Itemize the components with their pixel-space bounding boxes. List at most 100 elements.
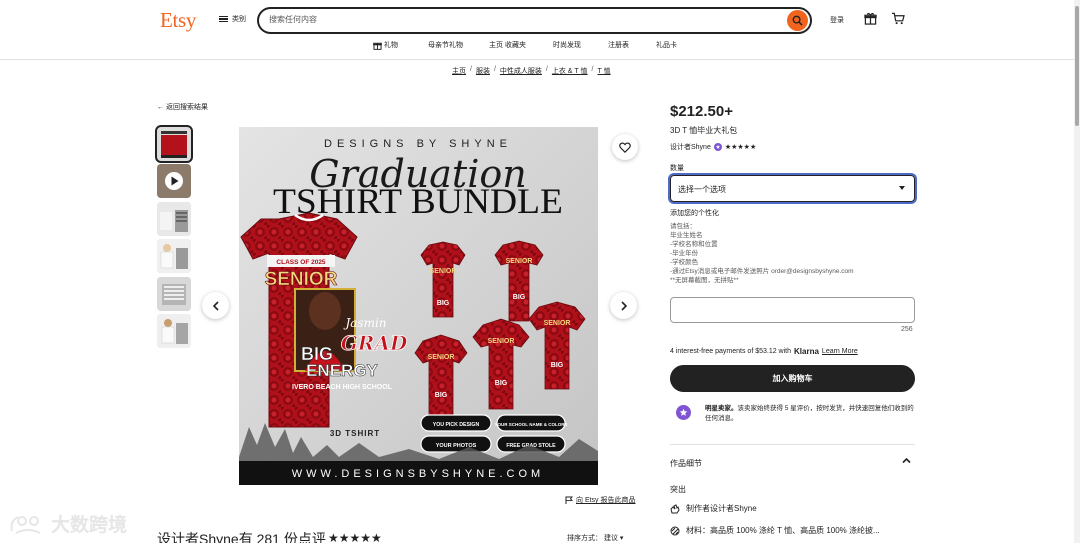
reviews-heading: 设计者Shyne有 281 份点评 [157, 531, 326, 543]
instruction-line: **无屏幕截图，无拼贴** [670, 277, 739, 284]
detail-row-text: 材料：高品质 100% 涤纶 T 恤、高品质 100% 涤纶披... [686, 526, 880, 535]
scrollbar-thumb[interactable] [1075, 6, 1079, 126]
sort-value: 建议 [603, 535, 618, 542]
breadcrumb-separator: / [591, 66, 594, 73]
breadcrumb-item[interactable]: 主页 [452, 66, 466, 76]
instruction-line: -毕业年份 [670, 250, 699, 257]
thumbnail-video[interactable] [157, 164, 191, 198]
subnav-item-gift-cards[interactable]: 礼品卡 [656, 40, 677, 50]
seller-name[interactable]: 设计者Shyne [670, 142, 711, 152]
personalization-label: 添加您的个性化 [670, 210, 719, 217]
highlights-label: 突出 [670, 485, 686, 494]
image-class-of-text: CLASS OF 2025 [276, 259, 326, 266]
breadcrumb-item[interactable]: 中性成人服装 [500, 66, 542, 76]
back-link-label: 返回搜索结果 [165, 104, 208, 111]
select-value: 选择一个选项 [678, 185, 726, 194]
back-to-search-link[interactable]: ← 返回搜索结果 [157, 102, 208, 112]
product-image[interactable]: DESIGNS BY SHYNE Graduation TSHIRT BUNDL… [239, 127, 598, 485]
chevron-down-icon: ▾ [619, 535, 624, 542]
breadcrumb-item[interactable]: T 恤 [597, 66, 610, 76]
subnav-item-fashion-finds[interactable]: 时尚发现 [553, 40, 581, 50]
svg-text:BIG: BIG [437, 300, 450, 307]
subnav-item-gifts[interactable]: 礼物 [373, 40, 398, 50]
thumbnail-1[interactable] [155, 125, 193, 163]
star-seller-icon [676, 405, 691, 420]
klarna-learn-more-link[interactable]: Learn More [822, 348, 858, 355]
thumbnail-4[interactable] [157, 239, 191, 273]
subnav-item-home-favorites[interactable]: 主页 收藏夹 [489, 40, 526, 50]
categories-button[interactable]: 类别 [219, 14, 246, 24]
dropdown-arrow-icon [899, 186, 905, 190]
detail-row-text: 制作者设计者Shyne [686, 504, 757, 513]
subnav-item-registry[interactable]: 注册表 [608, 40, 629, 50]
image-pill-1: YOU PICK DESIGN [433, 422, 480, 428]
next-image-button[interactable] [610, 292, 637, 319]
chevron-left-icon [212, 300, 219, 311]
klarna-installments: 4 interest-free payments of $53.12 with … [670, 347, 858, 356]
quantity-select[interactable]: 选择一个选项 [670, 175, 915, 202]
svg-text:SENIOR: SENIOR [430, 268, 457, 275]
search-bar [257, 7, 812, 34]
subnav-label: 礼物 [384, 42, 398, 49]
svg-text:SENIOR: SENIOR [544, 320, 571, 327]
image-3d-label: 3D TSHIRT [330, 429, 380, 438]
thumbnail-5[interactable] [157, 277, 191, 311]
etsy-logo[interactable]: Etsy [160, 8, 196, 33]
add-to-cart-button[interactable]: 加入购物车 [670, 365, 915, 392]
heart-icon [619, 141, 631, 153]
search-button[interactable] [787, 10, 808, 31]
instruction-line: 请包括： [670, 223, 696, 230]
previous-image-button[interactable] [202, 292, 229, 319]
site-header: Etsy 类别 登录 礼物 母亲节礼物 主页 收藏夹 时尚发现 注册表 礼品卡 [0, 0, 1074, 60]
detail-row-materials: 材料：高品质 100% 涤纶 T 恤、高品质 100% 涤纶披... [670, 525, 880, 536]
search-icon [792, 15, 803, 26]
seller-star-rating: ★★★★★ [724, 144, 757, 151]
gift-icon[interactable] [864, 12, 877, 27]
divider [670, 444, 915, 445]
watermark-logo-icon [10, 515, 41, 534]
svg-text:BIG: BIG [513, 294, 526, 301]
page-scrollbar[interactable] [1074, 0, 1080, 543]
image-brand-text: DESIGNS BY SHYNE [324, 138, 512, 150]
menu-icon [219, 15, 228, 23]
flag-icon [565, 496, 573, 504]
login-link[interactable]: 登录 [830, 15, 844, 25]
cart-icon[interactable] [891, 12, 905, 27]
search-input[interactable] [269, 15, 769, 24]
thumbnail-6[interactable] [157, 314, 191, 348]
sub-navigation: 礼物 母亲节礼物 主页 收藏夹 时尚发现 注册表 礼品卡 [373, 40, 677, 50]
watermark-text: 大数跨境 [51, 515, 128, 536]
svg-text:BIG: BIG [551, 362, 564, 369]
svg-text:SENIOR: SENIOR [428, 354, 455, 361]
personalization-textarea[interactable] [670, 297, 915, 323]
breadcrumb-item[interactable]: 服装 [476, 66, 490, 76]
reviews-star-rating: ★★★★★ [328, 531, 382, 543]
breadcrumb-separator: / [470, 66, 472, 73]
image-name-text: Jasmin [342, 316, 386, 330]
character-count: 256 [901, 326, 913, 333]
image-pill-2: YOUR SCHOOL NAME & COLORS [495, 422, 568, 427]
star-seller-badge-icon [713, 143, 722, 151]
klarna-text: 4 interest-free payments of $53.12 with [670, 348, 792, 355]
breadcrumb-item[interactable]: 上衣 & T 恤 [552, 66, 588, 76]
categories-label: 类别 [232, 16, 246, 23]
sort-dropdown[interactable]: 排序方式： 建议 ▾ [567, 533, 623, 543]
product-price: $212.50+ [670, 103, 733, 120]
sort-label: 排序方式： [567, 535, 602, 542]
chevron-right-icon [620, 300, 627, 311]
favorite-button[interactable] [612, 134, 638, 160]
chevron-up-icon[interactable] [902, 457, 911, 466]
instruction-line: -通过Etsy消息或电子邮件发送照片 order@designsbyshyne.… [670, 268, 854, 275]
subnav-item-mothers-day[interactable]: 母亲节礼物 [428, 40, 463, 50]
item-details-heading[interactable]: 作品细节 [670, 458, 702, 469]
instruction-line: -学校名称和位置 [670, 241, 718, 248]
report-item-link[interactable]: 向 Etsy 报告此商品 [565, 495, 636, 505]
quantity-label: 数量 [670, 165, 684, 172]
image-energy-text: ENERGY [306, 361, 378, 380]
image-url-text: WWW.DESIGNSBYSHYNE.COM [292, 468, 544, 480]
watermark: 大数跨境 [8, 510, 127, 537]
thumbnail-3[interactable] [157, 202, 191, 236]
svg-text:SENIOR: SENIOR [488, 338, 515, 345]
breadcrumb-separator: / [493, 66, 496, 73]
breadcrumb-separator: / [545, 66, 548, 73]
